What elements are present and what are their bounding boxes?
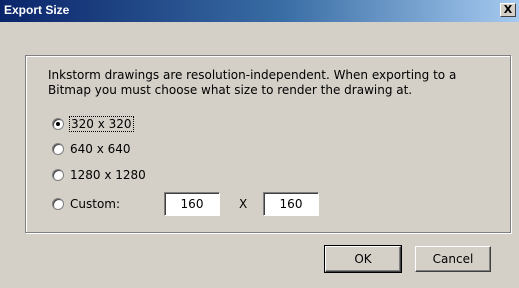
window-title: Export Size <box>4 3 70 17</box>
custom-height-input[interactable]: 160 <box>263 192 319 216</box>
radio-button[interactable] <box>52 118 64 130</box>
ok-button[interactable]: OK <box>324 245 402 273</box>
option-label[interactable]: 320 x 320 <box>69 116 134 132</box>
option-label[interactable]: Custom: <box>70 197 120 211</box>
close-button[interactable]: X <box>500 3 516 17</box>
option-custom[interactable]: Custom: <box>52 195 120 213</box>
option-label[interactable]: 640 x 640 <box>70 142 131 156</box>
cancel-button[interactable]: Cancel <box>415 246 491 272</box>
option-label[interactable]: 1280 x 1280 <box>70 168 146 182</box>
option-1280[interactable]: 1280 x 1280 <box>52 166 146 184</box>
title-bar: Export Size X <box>0 0 519 22</box>
radio-button[interactable] <box>52 198 64 210</box>
option-320[interactable]: 320 x 320 <box>52 115 134 133</box>
radio-button[interactable] <box>52 169 64 181</box>
radio-button[interactable] <box>52 143 64 155</box>
description-text: Inkstorm drawings are resolution-indepen… <box>48 68 457 97</box>
option-640[interactable]: 640 x 640 <box>52 140 131 158</box>
dimension-separator: X <box>239 197 248 211</box>
custom-width-input[interactable]: 160 <box>164 192 220 216</box>
